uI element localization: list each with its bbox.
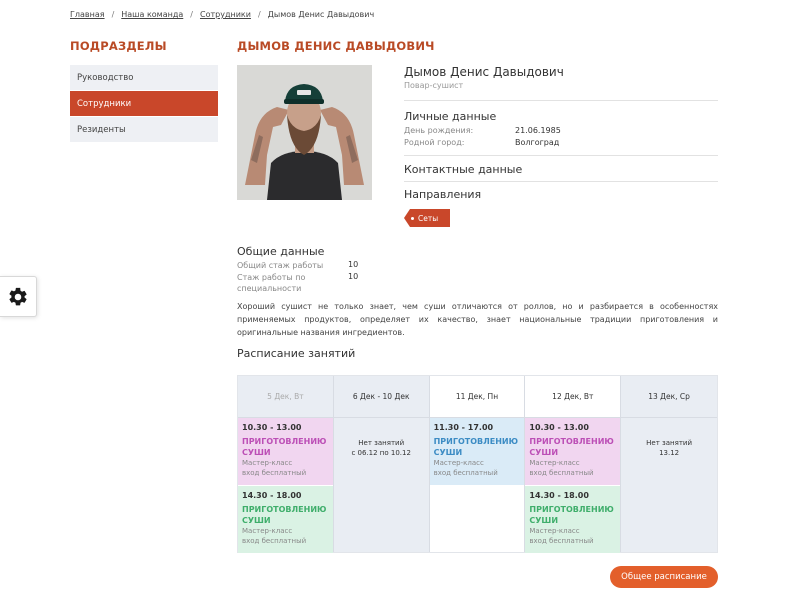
schedule-day-header: 5 Дек, Вт	[238, 376, 333, 418]
full-schedule-button[interactable]: Общее расписание	[610, 566, 718, 588]
schedule-column: 6 Дек - 10 Дек Нет занятий с 06.12 по 10…	[333, 376, 430, 552]
event-time: 11.30 - 17.00	[433, 423, 494, 432]
breadcrumb: Главная / Наша команда / Сотрудники / Ды…	[70, 10, 374, 19]
schedule-title: Расписание занятий	[237, 347, 356, 360]
settings-button[interactable]	[0, 276, 37, 317]
schedule-day-body: 11.30 - 17.00 ПРИГОТОВЛЕНИЮ СУШИ Мастер-…	[429, 418, 525, 552]
no-classes-text: Нет занятий	[646, 439, 693, 447]
birthday-label: День рождения:	[404, 126, 474, 135]
total-experience-label: Общий стаж работы	[237, 261, 324, 270]
event-price: вход бесплатный	[242, 537, 307, 545]
schedule-event[interactable]: 14.30 - 18.00 ПРИГОТОВЛЕНИЮ СУШИ Мастер-…	[525, 486, 621, 553]
schedule-day-header: 13 Дек, Ср	[621, 376, 717, 418]
personal-data-title: Личные данные	[404, 110, 497, 123]
contacts-title[interactable]: Контактные данные	[404, 163, 522, 176]
event-price: вход бесплатный	[242, 469, 307, 477]
gear-icon	[9, 287, 27, 305]
schedule-day-header: 12 Дек, Вт	[525, 376, 621, 418]
schedule-column: 12 Дек, Вт 10.30 - 13.00 ПРИГОТОВЛЕНИЮ С…	[525, 376, 622, 553]
no-classes-date: 13.12	[659, 449, 680, 457]
divider	[404, 100, 718, 101]
direction-tag[interactable]: Сеты	[404, 209, 450, 227]
sidebar-item-employees[interactable]: Сотрудники	[70, 91, 218, 116]
no-classes-note: Нет занятий 13.12	[621, 438, 717, 458]
sidebar-item-residents[interactable]: Резиденты	[70, 117, 218, 142]
page-title: ДЫМОВ ДЕНИС ДАВЫДОВИЧ	[237, 39, 435, 53]
schedule-day-body: 10.30 - 13.00 ПРИГОТОВЛЕНИЮ СУШИ Мастер-…	[525, 418, 621, 553]
schedule-day-body: 10.30 - 13.00 ПРИГОТОВЛЕНИЮ СУШИ Мастер-…	[238, 418, 333, 553]
total-experience-value: 10	[348, 260, 359, 269]
event-kind: Мастер-класс	[433, 459, 484, 467]
schedule-day-header: 11 Дек, Пн	[429, 376, 525, 418]
employee-photo	[237, 65, 372, 200]
breadcrumb-link-employees[interactable]: Сотрудники	[200, 10, 251, 19]
event-price: вход бесплатный	[433, 469, 498, 477]
schedule-column: 13 Дек, Ср Нет занятий 13.12	[621, 376, 717, 552]
event-name: ПРИГОТОВЛЕНИЮ СУШИ	[529, 505, 614, 525]
event-name: ПРИГОТОВЛЕНИЮ СУШИ	[242, 505, 327, 525]
person-role: Повар-сушист	[404, 81, 464, 90]
event-time: 10.30 - 13.00	[529, 423, 589, 432]
person-name: Дымов Денис Давыдович	[404, 65, 564, 79]
city-label: Родной город:	[404, 138, 465, 147]
schedule-event[interactable]: 10.30 - 13.00 ПРИГОТОВЛЕНИЮ СУШИ Мастер-…	[525, 418, 621, 485]
breadcrumb-separator: /	[111, 10, 115, 19]
event-time: 10.30 - 13.00	[242, 423, 302, 432]
schedule-event[interactable]: 14.30 - 18.00 ПРИГОТОВЛЕНИЮ СУШИ Мастер-…	[238, 486, 333, 553]
event-kind: Мастер-класс	[529, 527, 580, 535]
event-time: 14.30 - 18.00	[529, 491, 589, 500]
event-kind: Мастер-класс	[242, 459, 293, 467]
no-classes-note: Нет занятий с 06.12 по 10.12	[334, 438, 429, 458]
event-price: вход бесплатный	[529, 537, 594, 545]
sidebar-nav: Руководство Сотрудники Резиденты	[70, 65, 218, 143]
divider	[404, 155, 718, 156]
breadcrumb-link-team[interactable]: Наша команда	[121, 10, 183, 19]
schedule-day-header: 6 Дек - 10 Дек	[333, 376, 429, 418]
specialty-experience-label: Стаж работы по специальности	[237, 273, 306, 293]
schedule-column: 11 Дек, Пн 11.30 - 17.00 ПРИГОТОВЛЕНИЮ С…	[429, 376, 526, 552]
schedule-grid: 5 Дек, Вт 10.30 - 13.00 ПРИГОТОВЛЕНИЮ СУ…	[237, 375, 718, 553]
event-name: ПРИГОТОВЛЕНИЮ СУШИ	[433, 437, 518, 457]
no-classes-text: Нет занятий	[358, 439, 405, 447]
specialty-experience-value: 10	[348, 272, 359, 281]
schedule-day-body: Нет занятий с 06.12 по 10.12	[333, 418, 429, 552]
breadcrumb-current: Дымов Денис Давыдович	[267, 10, 375, 19]
divider	[404, 181, 718, 182]
birthday-value: 21.06.1985	[515, 126, 561, 135]
city-value: Волгоград	[515, 138, 560, 147]
sidebar-title: ПОДРАЗДЕЛЫ	[70, 39, 167, 53]
no-classes-range: с 06.12 по 10.12	[351, 449, 411, 457]
directions-title: Направления	[404, 188, 482, 201]
general-data-title: Общие данные	[237, 245, 325, 258]
schedule-event[interactable]: 11.30 - 17.00 ПРИГОТОВЛЕНИЮ СУШИ Мастер-…	[429, 418, 525, 485]
event-kind: Мастер-класс	[242, 527, 293, 535]
event-time: 14.30 - 18.00	[242, 491, 302, 500]
breadcrumb-link-home[interactable]: Главная	[70, 10, 105, 19]
schedule-event[interactable]: 10.30 - 13.00 ПРИГОТОВЛЕНИЮ СУШИ Мастер-…	[238, 418, 333, 485]
sidebar-item-management[interactable]: Руководство	[70, 65, 218, 90]
event-name: ПРИГОТОВЛЕНИЮ СУШИ	[242, 437, 327, 457]
breadcrumb-separator: /	[257, 10, 261, 19]
event-price: вход бесплатный	[529, 469, 594, 477]
employee-description: Хороший сушист не только знает, чем суши…	[237, 302, 718, 337]
schedule-column: 5 Дек, Вт 10.30 - 13.00 ПРИГОТОВЛЕНИЮ СУ…	[238, 376, 334, 553]
event-name: ПРИГОТОВЛЕНИЮ СУШИ	[529, 437, 614, 457]
breadcrumb-separator: /	[190, 10, 193, 19]
schedule-day-body: Нет занятий 13.12	[621, 418, 717, 552]
event-kind: Мастер-класс	[529, 459, 580, 467]
